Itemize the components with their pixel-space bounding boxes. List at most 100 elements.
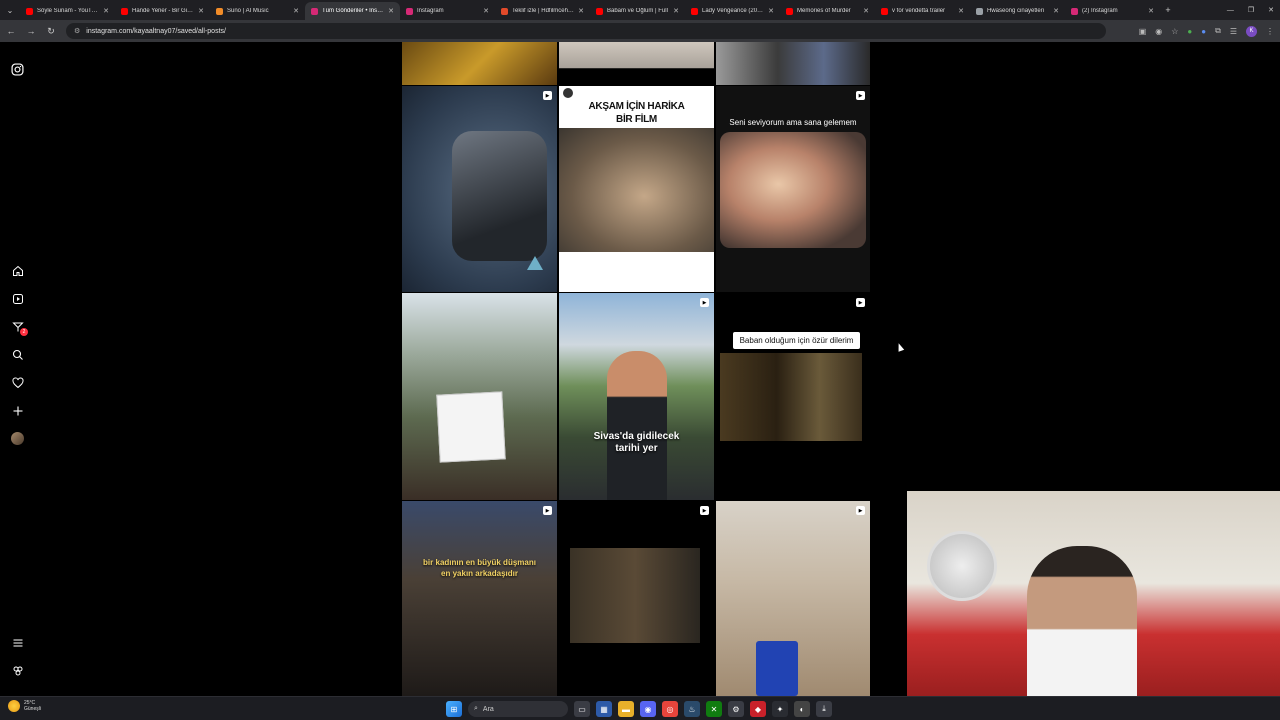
reel-icon: ▶ (856, 298, 865, 307)
connect-four-toy (756, 641, 798, 696)
browser-tab[interactable]: Tüm Gönderiler • Instagram ✕ (305, 2, 400, 20)
saved-post[interactable] (559, 42, 714, 85)
extensions: ▣ ◉ ☆ ● ● ⧉ ☰ K ⋮ (1139, 25, 1274, 37)
tab-title: v for vendetta trailer (892, 8, 946, 14)
extension-icon[interactable]: ● (1187, 27, 1192, 36)
post-caption: AKŞAM İÇİN HARİKA BİR FİLM (588, 101, 685, 125)
forward-icon[interactable]: → (26, 26, 36, 36)
app-icon[interactable]: ⤓ (816, 701, 832, 717)
saved-post[interactable]: Baban olduğum için özür dilerim ▶ (716, 293, 870, 500)
tab-close-icon[interactable]: ✕ (483, 7, 489, 15)
xbox-icon[interactable]: ✕ (706, 701, 722, 717)
reload-icon[interactable]: ↻ (46, 26, 56, 37)
tab-title: Memories of Murder (797, 8, 851, 14)
app-icon[interactable]: ◆ (750, 701, 766, 717)
threads-icon[interactable] (10, 663, 25, 678)
back-icon[interactable]: ← (6, 26, 16, 36)
saved-post[interactable]: Sivas'da gidilecek tarihi yer ▶ (559, 293, 714, 500)
address-bar[interactable]: ⚙ instagram.com/kayaaltnay07/saved/all-p… (66, 23, 1106, 39)
reels-icon[interactable] (10, 291, 25, 306)
person-image (1027, 546, 1137, 696)
start-icon[interactable]: ⊞ (446, 701, 462, 717)
settings-icon[interactable]: ⚙ (728, 701, 744, 717)
eye-off-icon[interactable]: ◉ (1155, 27, 1162, 36)
discord-icon[interactable]: ◉ (640, 701, 656, 717)
instagram-logo-icon[interactable] (10, 62, 25, 77)
url-text: instagram.com/kayaaltnay07/saved/all-pos… (86, 27, 226, 35)
close-icon[interactable]: ✕ (1268, 6, 1274, 14)
menu-kebab-icon[interactable]: ⋮ (1266, 27, 1274, 36)
site-info-icon[interactable]: ⚙ (74, 27, 80, 35)
cast-icon[interactable]: ▣ (1139, 27, 1147, 36)
tab-favicon-icon (881, 7, 888, 15)
taskbar-search[interactable]: ⌕ Ara (468, 701, 568, 717)
create-icon[interactable] (10, 403, 25, 418)
weather-widget[interactable]: 25°C Güneşli (8, 700, 41, 712)
search-icon[interactable] (10, 347, 25, 362)
browser-tab[interactable]: Memories of Murder ✕ (780, 2, 875, 20)
browser-tab[interactable]: Hande Yener - Bir Gidiş ✕ (115, 2, 210, 20)
calendar-icon[interactable]: ▦ (596, 701, 612, 717)
tab-close-icon[interactable]: ✕ (103, 7, 109, 15)
task-view-icon[interactable]: ▭ (574, 701, 590, 717)
tab-close-icon[interactable]: ✕ (1053, 7, 1059, 15)
new-tab-button[interactable]: + (1160, 5, 1176, 15)
browser-tab[interactable]: Lady Vengeance (2005) ✕ (685, 2, 780, 20)
saved-post[interactable]: ▶ (716, 501, 870, 696)
tab-close-icon[interactable]: ✕ (673, 7, 679, 15)
saved-post[interactable] (402, 42, 557, 85)
reel-icon: ▶ (543, 91, 552, 100)
tab-close-icon[interactable]: ✕ (198, 7, 204, 15)
tab-close-icon[interactable]: ✕ (293, 7, 299, 15)
browser-tab[interactable]: v for vendetta trailer ✕ (875, 2, 970, 20)
minimize-icon[interactable]: — (1227, 7, 1234, 14)
home-icon[interactable] (10, 263, 25, 278)
sidebar-icon[interactable]: ☰ (1230, 27, 1237, 36)
maximize-icon[interactable]: ❐ (1248, 6, 1254, 14)
tab-title: Teklif izle | Hdfilmcehennemi (512, 8, 575, 14)
tab-favicon-icon (311, 7, 318, 15)
tab-favicon-icon (216, 7, 223, 15)
tab-search-icon[interactable]: ⌄ (0, 0, 20, 20)
browser-tab[interactable]: (2) Instagram ✕ (1065, 2, 1160, 20)
tab-close-icon[interactable]: ✕ (863, 7, 869, 15)
profile-avatar[interactable] (10, 431, 25, 446)
puzzle-icon[interactable]: ⧉ (1215, 26, 1221, 36)
saved-post[interactable] (402, 293, 557, 500)
chrome-icon[interactable]: ◎ (662, 701, 678, 717)
bookmark-star-icon[interactable]: ☆ (1171, 27, 1178, 36)
browser-tab[interactable]: Söyle Sunam - YouTube ✕ (20, 2, 115, 20)
menu-icon[interactable] (10, 635, 25, 650)
saved-post[interactable] (716, 42, 870, 85)
extension-icon[interactable]: ● (1201, 27, 1206, 36)
notifications-icon[interactable] (10, 375, 25, 390)
steam-icon[interactable]: ♨ (684, 701, 700, 717)
tab-title: Babam ve Oğlum | Full (607, 8, 668, 14)
tab-close-icon[interactable]: ✕ (958, 7, 964, 15)
tab-title: Hwaseong cinayetleri (987, 8, 1045, 14)
webcam-overlay (907, 491, 1280, 696)
file-explorer-icon[interactable]: ▬ (618, 701, 634, 717)
saved-post[interactable]: ▶ (559, 501, 714, 696)
window-controls: — ❐ ✕ (1227, 0, 1274, 20)
app-icon[interactable]: ◐ (794, 701, 810, 717)
browser-tab[interactable]: Teklif izle | Hdfilmcehennemi✕ (495, 2, 590, 20)
saved-post[interactable]: Seni seviyorum ama sana gelemem ▶ (716, 86, 870, 292)
tab-close-icon[interactable]: ✕ (1148, 7, 1154, 15)
tab-favicon-icon (121, 7, 128, 15)
browser-tab[interactable]: Hwaseong cinayetleri ✕ (970, 2, 1065, 20)
weather-sun-icon (8, 700, 20, 712)
app-icon[interactable]: ✦ (772, 701, 788, 717)
messages-icon[interactable]: 2 (10, 319, 28, 336)
browser-tab[interactable]: Babam ve Oğlum | Full ✕ (590, 2, 685, 20)
tab-close-icon[interactable]: ✕ (768, 7, 774, 15)
saved-post[interactable]: AKŞAM İÇİN HARİKA BİR FİLM (559, 86, 714, 292)
saved-post[interactable]: ▶ (402, 86, 557, 292)
browser-tab[interactable]: Instagram ✕ (400, 2, 495, 20)
profile-avatar[interactable]: K (1246, 25, 1257, 37)
tab-close-icon[interactable]: ✕ (388, 7, 394, 15)
fan-image (927, 531, 997, 601)
browser-tab[interactable]: Suno | AI Music ✕ (210, 2, 305, 20)
tab-close-icon[interactable]: ✕ (578, 7, 584, 15)
saved-post[interactable]: bir kadının en büyük düşmanı en yakın ar… (402, 501, 557, 696)
